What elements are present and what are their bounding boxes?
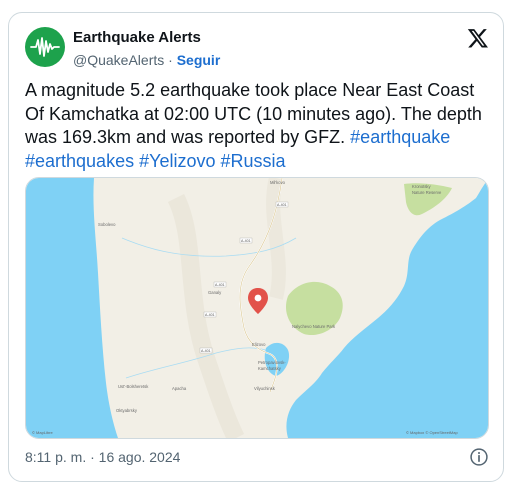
handle-separator: · xyxy=(168,52,173,68)
attribution-right: © Mapbox © OpenStreetMap xyxy=(406,430,458,435)
info-icon[interactable] xyxy=(469,447,489,467)
label-apacha: Apacha xyxy=(172,386,187,391)
seismograph-icon xyxy=(30,37,60,57)
avatar[interactable] xyxy=(25,27,65,67)
map-image[interactable]: A-401 A-401 A-401 A-401 A-401 Mil'kovo K… xyxy=(25,177,489,439)
follow-button[interactable]: Seguir xyxy=(177,52,221,68)
label-sobolevo: Sobolevo xyxy=(98,222,116,227)
label-vilyuchinsk: Vilyuchinsk xyxy=(254,386,276,391)
label-ust-bolsheretsk: Ust'-Bolsheretsk xyxy=(118,384,149,389)
svg-text:A-401: A-401 xyxy=(241,239,251,243)
author-handle[interactable]: @QuakeAlerts xyxy=(73,52,164,68)
label-ganaly: Ganaly xyxy=(208,290,222,295)
author-handle-row: @QuakeAlerts · Seguir xyxy=(73,52,220,68)
label-kronotsky: Kronotsky xyxy=(412,184,432,189)
svg-text:A-401: A-401 xyxy=(215,283,225,287)
label-milkovo: Mil'kovo xyxy=(270,180,286,185)
hashtag-earthquake[interactable]: #earthquake xyxy=(350,127,450,147)
label-kamchatsky: Kamchatsky xyxy=(258,366,282,371)
hashtag-earthquakes[interactable]: #earthquakes xyxy=(25,151,134,171)
svg-text:A-401: A-401 xyxy=(205,313,215,317)
label-petropavlovsk: Petropavlovsk- xyxy=(258,360,286,365)
label-yelizovo: Elizovo xyxy=(252,342,266,347)
attribution-left: © MapLibre xyxy=(32,430,54,435)
hashtag-yelizovo[interactable]: #Yelizovo xyxy=(139,151,215,171)
svg-text:A-401: A-401 xyxy=(201,349,211,353)
timestamp[interactable]: 8:11 p. m. · 16 ago. 2024 xyxy=(25,449,180,465)
x-logo-icon[interactable] xyxy=(467,27,489,49)
tweet-card[interactable]: Earthquake Alerts @QuakeAlerts · Seguir … xyxy=(8,12,504,482)
label-nalychevo: Nalychevo Nature Park xyxy=(292,324,336,329)
label-oktyabrsky: Oktyabrsky xyxy=(116,408,138,413)
author-display-name[interactable]: Earthquake Alerts xyxy=(73,29,201,46)
hashtag-russia[interactable]: #Russia xyxy=(221,151,286,171)
kamchatka-map: A-401 A-401 A-401 A-401 A-401 Mil'kovo K… xyxy=(26,178,488,438)
svg-text:A-401: A-401 xyxy=(277,203,287,207)
tweet-text: A magnitude 5.2 earthquake took place Ne… xyxy=(25,79,487,173)
label-nature-reserve: Nature Reserve xyxy=(412,190,442,195)
